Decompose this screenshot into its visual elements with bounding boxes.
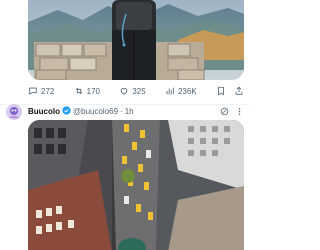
views-button[interactable]: 236K	[165, 86, 197, 96]
reply-button[interactable]: 272	[28, 86, 54, 96]
like-button[interactable]: 325	[119, 86, 146, 96]
post-header: Buucolo @buucolo69 · 1h	[28, 105, 244, 117]
reply-count: 272	[41, 86, 55, 96]
post-time[interactable]: 1h	[125, 107, 134, 116]
user-handle[interactable]: @buucolo69	[73, 107, 118, 116]
repost-button[interactable]: 170	[74, 86, 100, 96]
avatar[interactable]	[6, 104, 22, 120]
heart-icon	[120, 88, 128, 95]
share-icon[interactable]	[234, 86, 244, 96]
bookmark-icon[interactable]	[216, 86, 226, 96]
post-image-city-street[interactable]	[28, 120, 244, 250]
more-icon[interactable]	[235, 107, 244, 116]
repost-count: 170	[86, 86, 101, 96]
grok-icon[interactable]	[220, 107, 229, 116]
reply-icon	[29, 87, 37, 95]
view-count: 236K	[177, 86, 197, 96]
like-count: 325	[132, 86, 146, 96]
separator-dot: ·	[120, 106, 123, 116]
post-action-bar: 272 170 325 236K	[28, 84, 244, 98]
verified-badge-icon	[62, 105, 71, 117]
display-name[interactable]: Buucolo	[28, 107, 60, 116]
post-image-mountain-hiker[interactable]	[28, 0, 244, 80]
views-icon	[166, 87, 174, 95]
repost-icon	[75, 87, 82, 95]
